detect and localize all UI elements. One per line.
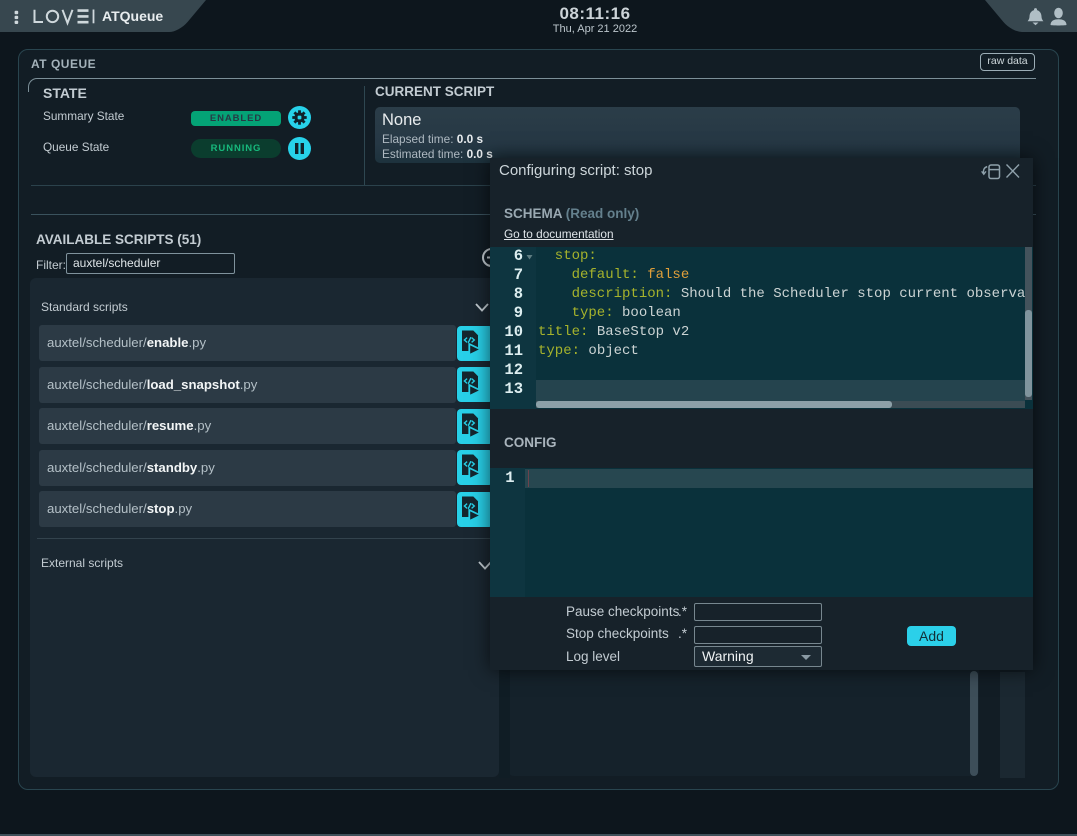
svg-text:ATQueue: ATQueue [102,8,163,24]
